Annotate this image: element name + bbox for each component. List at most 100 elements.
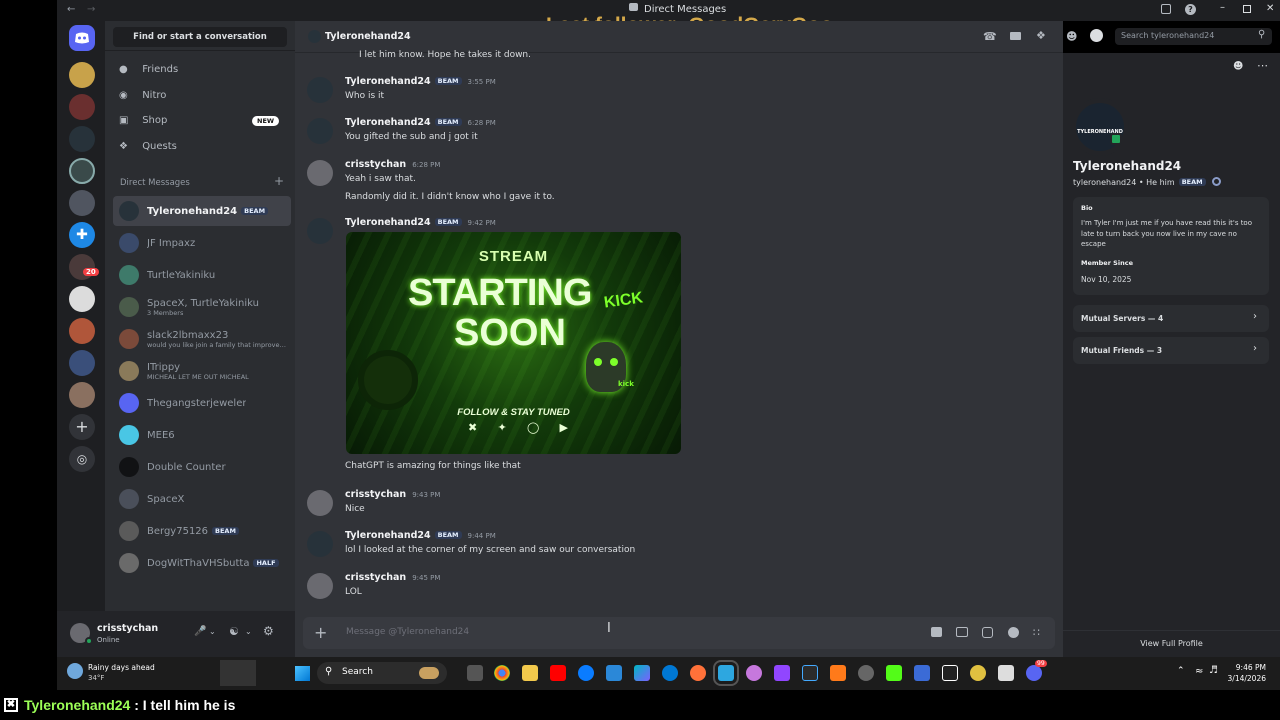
gift-icon[interactable] xyxy=(931,627,942,637)
discover-icon[interactable]: ◎ xyxy=(69,446,95,472)
edge-icon[interactable] xyxy=(662,665,678,681)
clock-time[interactable]: 9:46 PM xyxy=(1226,663,1266,672)
app-icon[interactable] xyxy=(858,665,874,681)
find-conversation-button[interactable]: Find or start a conversation xyxy=(113,27,287,47)
server-icon[interactable] xyxy=(69,190,95,216)
server-icon[interactable] xyxy=(69,126,95,152)
message-composer[interactable]: + Message @Tyleronehand24 I ∷ xyxy=(303,617,1055,649)
more-options-icon[interactable]: ⋯ xyxy=(1257,59,1268,72)
dm-item[interactable]: Double Counter xyxy=(113,452,291,482)
volume-icon[interactable]: ♬ xyxy=(1209,665,1218,676)
app-icon[interactable] xyxy=(746,665,762,681)
voice-call-icon[interactable]: ☎ xyxy=(983,30,997,43)
mutual-friends-row[interactable]: Mutual Friends — 3 › xyxy=(1073,337,1269,364)
minimize-icon[interactable]: – xyxy=(1220,2,1225,13)
message-avatar[interactable] xyxy=(307,490,333,516)
message-avatar[interactable] xyxy=(307,118,333,144)
user-profile-toggle-icon[interactable] xyxy=(1090,29,1103,42)
message-author[interactable]: crisstychan xyxy=(345,159,406,170)
terminal-icon[interactable] xyxy=(802,665,818,681)
gif-icon[interactable] xyxy=(956,627,968,637)
chevron-up-icon[interactable]: ⌃ xyxy=(1177,666,1185,676)
nav-item-shop[interactable]: ▣ Shop NEW xyxy=(119,115,289,126)
add-friends-dm-icon[interactable]: ☻ xyxy=(1066,30,1077,43)
messenger-icon[interactable] xyxy=(578,665,594,681)
beam-badge[interactable]: BEAM xyxy=(1178,178,1206,186)
weather-icon[interactable] xyxy=(67,663,83,679)
apps-icon[interactable]: ∷ xyxy=(1033,626,1040,639)
discord-taskbar-icon[interactable]: 99 xyxy=(1026,660,1047,681)
copilot-icon[interactable] xyxy=(634,665,650,681)
message-avatar[interactable] xyxy=(307,77,333,103)
chevron-down-icon[interactable]: ⌄ xyxy=(245,627,252,636)
message-avatar[interactable] xyxy=(307,573,333,599)
clock-date[interactable]: 3/14/2026 xyxy=(1220,674,1266,683)
close-icon[interactable]: ✕ xyxy=(1266,3,1274,14)
stream-image-attachment[interactable]: STREAM STARTING SOON KICK kick FOLLOW & … xyxy=(346,232,681,454)
youtube-icon[interactable] xyxy=(550,665,566,681)
microphone-icon[interactable]: 🎤 xyxy=(194,626,206,637)
chevron-down-icon[interactable]: ⌄ xyxy=(209,627,216,636)
search-bar[interactable]: Search tyleronehand24 ⚲ xyxy=(1115,28,1272,45)
server-icon[interactable] xyxy=(69,94,95,120)
nav-item-quests[interactable]: ❖ Quests xyxy=(119,141,289,152)
server-icon[interactable] xyxy=(69,350,95,376)
search-input[interactable]: Search tyleronehand24 xyxy=(1121,31,1214,40)
create-dm-icon[interactable]: + xyxy=(274,174,284,188)
chrome-icon[interactable] xyxy=(494,665,510,681)
wifi-icon[interactable]: ≈ xyxy=(1195,666,1203,677)
message-input[interactable]: Message @Tyleronehand24 xyxy=(346,627,469,637)
profile-avatar[interactable]: TYLERONEHAND xyxy=(1071,98,1129,156)
dm-item[interactable]: JF Impaxz xyxy=(113,228,291,258)
server-icon[interactable] xyxy=(69,62,95,88)
mutual-servers-row[interactable]: Mutual Servers — 4 › xyxy=(1073,305,1269,332)
taskbar-search[interactable]: ⚲ Search xyxy=(317,662,447,684)
message-author[interactable]: Tyleronehand24 xyxy=(345,76,431,87)
view-full-profile-button[interactable]: View Full Profile xyxy=(1063,630,1280,657)
dm-item[interactable]: TurtleYakiniku xyxy=(113,260,291,290)
message-avatar[interactable] xyxy=(307,218,333,244)
message-author[interactable]: crisstychan xyxy=(345,572,406,583)
settings-gear-icon[interactable]: ⚙ xyxy=(263,624,274,638)
dm-item[interactable]: ITrippy MICHEAL LET ME OUT MICHEAL xyxy=(113,356,291,386)
app-icon[interactable] xyxy=(942,665,958,681)
add-attachment-icon[interactable]: + xyxy=(314,623,327,642)
dm-item[interactable]: SpaceX xyxy=(113,484,291,514)
add-server-icon[interactable]: + xyxy=(69,414,95,440)
app-icon[interactable] xyxy=(914,665,930,681)
nav-item-friends[interactable]: ● Friends xyxy=(119,64,289,75)
dm-item[interactable]: DogWitThaVHSbutta HALF xyxy=(113,548,291,578)
forward-arrow-icon[interactable]: → xyxy=(87,4,95,15)
store-icon[interactable] xyxy=(606,665,622,681)
dm-item[interactable]: MEE6 xyxy=(113,420,291,450)
headphones-icon[interactable]: ☯ xyxy=(229,625,239,638)
back-arrow-icon[interactable]: ← xyxy=(67,4,75,15)
dm-item[interactable]: Bergy75126 BEAM xyxy=(113,516,291,546)
message-avatar[interactable] xyxy=(307,531,333,557)
message-author[interactable]: crisstychan xyxy=(345,489,406,500)
server-icon[interactable] xyxy=(69,286,95,312)
dm-item[interactable]: Thegangsterjeweler xyxy=(113,388,291,418)
dm-item[interactable]: Tyleronehand24 BEAM xyxy=(113,196,291,226)
task-view-icon[interactable] xyxy=(467,665,483,681)
kick-icon[interactable] xyxy=(886,665,902,681)
file-explorer-icon[interactable] xyxy=(522,665,538,681)
help-icon[interactable]: ? xyxy=(1185,4,1196,15)
maximize-icon[interactable] xyxy=(1243,5,1251,13)
nav-item-nitro[interactable]: ◉ Nitro xyxy=(119,90,289,101)
app-icon[interactable] xyxy=(830,665,846,681)
nitro-badge-icon[interactable] xyxy=(1212,177,1222,186)
firefox-icon[interactable] xyxy=(690,665,706,681)
inbox-icon[interactable] xyxy=(1161,4,1171,14)
app-icon[interactable] xyxy=(970,665,986,681)
app-icon[interactable] xyxy=(774,665,790,681)
app-icon[interactable] xyxy=(713,660,739,686)
server-icon[interactable]: ✚ xyxy=(69,222,95,248)
message-avatar[interactable] xyxy=(307,160,333,186)
pin-icon[interactable]: ❖ xyxy=(1036,29,1046,42)
sticker-icon[interactable] xyxy=(982,627,993,638)
server-icon[interactable] xyxy=(69,318,95,344)
message-author[interactable]: Tyleronehand24 xyxy=(345,217,431,228)
windows-start-icon[interactable] xyxy=(295,666,310,681)
dm-item[interactable]: slack2lbmaxx23 would you like join a fami… xyxy=(113,324,291,354)
